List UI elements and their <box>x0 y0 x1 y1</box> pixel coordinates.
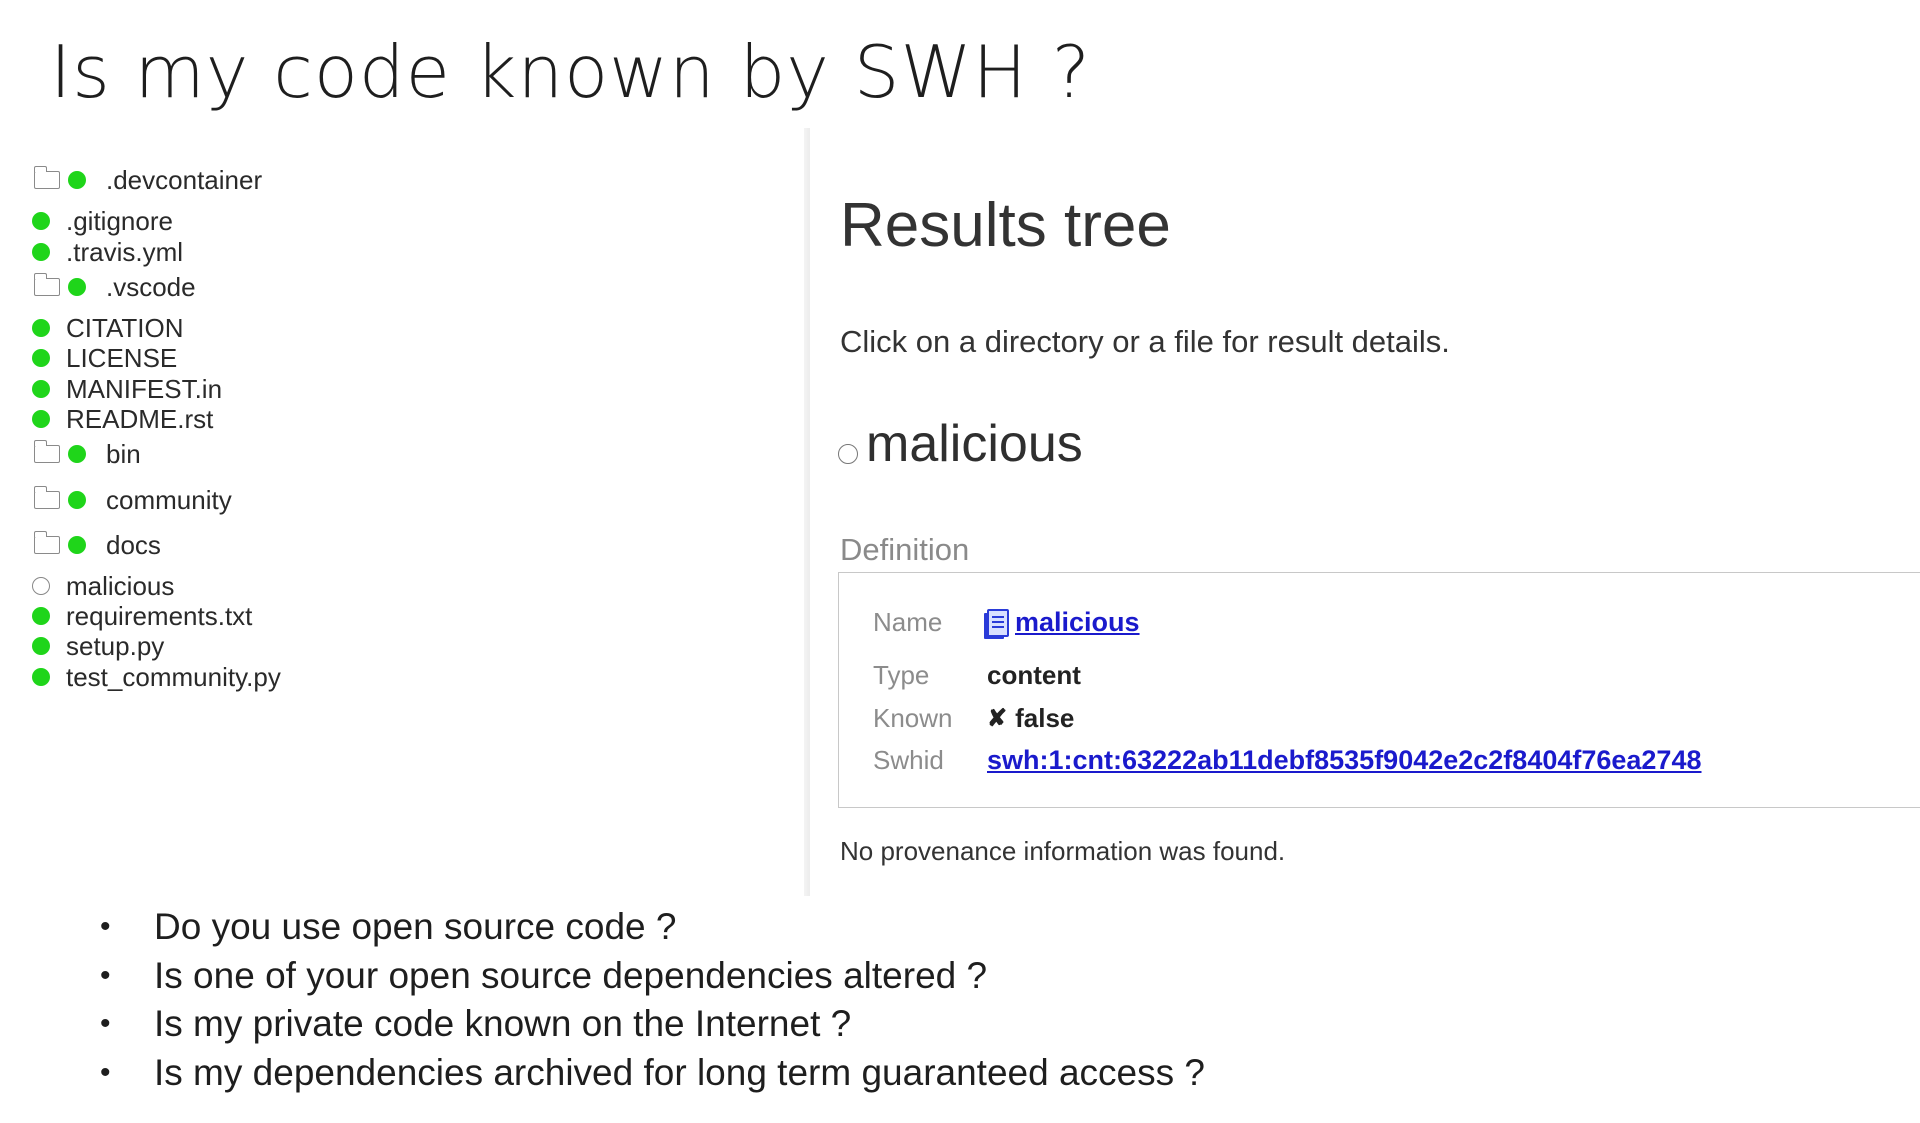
tree-item[interactable]: .travis.yml <box>32 237 183 267</box>
provenance-message: No provenance information was found. <box>840 836 1286 866</box>
tree-item-label: LICENSE <box>66 342 178 373</box>
definition-name-link[interactable]: malicious <box>1015 607 1140 638</box>
tree-item[interactable]: LICENSE <box>32 343 177 373</box>
tree-item[interactable]: .vscode <box>33 271 196 302</box>
selected-node-name: malicious <box>866 415 1083 473</box>
cross-icon: ✘ <box>987 705 1008 732</box>
definition-row-swhid: Swhid swh:1:cnt:63222ab11debf8535f9042e2… <box>873 745 1702 776</box>
tree-item-label: bin <box>106 438 141 469</box>
unknown-status-icon <box>32 577 50 595</box>
tree-item-label: requirements.txt <box>66 600 253 631</box>
tree-item[interactable]: .gitignore <box>32 206 173 236</box>
known-status-icon <box>32 637 50 655</box>
bullet-item: Do you use open source code ? <box>100 903 1205 952</box>
definition-key: Swhid <box>873 745 944 775</box>
panel-divider <box>804 128 810 896</box>
tree-item[interactable]: test_community.py <box>32 662 281 692</box>
tree-item-label: setup.py <box>66 630 165 661</box>
definition-type-value: content <box>987 660 1081 690</box>
tree-item-label: README.rst <box>66 403 214 434</box>
bullet-item: Is one of your open source dependencies … <box>100 952 1205 1001</box>
tree-item-label: MANIFEST.in <box>66 373 223 404</box>
swhid-link[interactable]: swh:1:cnt:63222ab11debf8535f9042e2c2f840… <box>987 745 1702 776</box>
known-status-icon <box>32 243 50 261</box>
tree-item[interactable]: README.rst <box>32 404 213 434</box>
selected-node[interactable]: malicious <box>838 414 1083 474</box>
tree-item[interactable]: MANIFEST.in <box>32 374 222 404</box>
tree-item-label: .travis.yml <box>66 236 183 267</box>
definition-key: Known <box>873 703 953 733</box>
tree-item-label: malicious <box>66 570 175 601</box>
known-status-icon <box>68 491 86 509</box>
tree-item[interactable]: .devcontainer <box>33 164 263 195</box>
known-status-icon <box>32 410 50 428</box>
definition-key: Name <box>873 607 943 637</box>
results-title: Results tree <box>840 191 1171 260</box>
unknown-status-icon <box>838 444 858 464</box>
known-status-icon <box>68 445 86 463</box>
known-status-icon <box>32 349 50 367</box>
document-icon <box>987 608 1009 637</box>
folder-icon <box>33 166 60 189</box>
tree-item-label: CITATION <box>66 312 184 343</box>
tree-item[interactable]: malicious <box>32 571 174 601</box>
bullet-item: Is my dependencies archived for long ter… <box>100 1049 1205 1098</box>
tree-item-label: .vscode <box>106 271 196 302</box>
definition-key: Type <box>873 660 930 690</box>
known-status-icon <box>32 668 50 686</box>
tree-item[interactable]: docs <box>33 529 161 560</box>
folder-icon <box>33 440 60 463</box>
tree-item[interactable]: bin <box>33 438 141 469</box>
known-status-icon <box>32 607 50 625</box>
tree-item[interactable]: community <box>33 484 232 515</box>
known-status-icon <box>68 536 86 554</box>
bullet-list: Do you use open source code ? Is one of … <box>100 903 1205 1097</box>
tree-item-label: .devcontainer <box>106 164 263 195</box>
tree-item[interactable]: setup.py <box>32 631 164 661</box>
results-hint: Click on a directory or a file for resul… <box>840 324 1450 359</box>
known-status-icon <box>32 319 50 337</box>
tree-item[interactable]: CITATION <box>32 313 183 343</box>
definition-row-type: Type content <box>873 660 1081 691</box>
definition-box: Name malicious Type content Known ✘ fals… <box>838 572 1920 808</box>
tree-item-label: test_community.py <box>66 661 281 692</box>
tree-item-label: .gitignore <box>66 205 173 236</box>
folder-icon <box>33 531 60 554</box>
folder-icon <box>33 273 60 296</box>
tree-item-label: docs <box>106 529 161 560</box>
known-status-icon <box>32 380 50 398</box>
tree-item[interactable]: requirements.txt <box>32 601 252 631</box>
known-status-icon <box>68 278 86 296</box>
file-tree: .devcontainer .gitignore .travis.yml .vs… <box>0 0 800 720</box>
known-status-icon <box>68 171 86 189</box>
bullet-item: Is my private code known on the Internet… <box>100 1000 1205 1049</box>
folder-icon <box>33 486 60 509</box>
definition-row-name: Name malicious <box>873 607 1140 638</box>
known-status-icon <box>32 212 50 230</box>
definition-row-known: Known ✘ false <box>873 703 1074 734</box>
definition-known-value: false <box>1015 703 1075 733</box>
definition-legend: Definition <box>840 532 970 567</box>
tree-item-label: community <box>106 484 232 515</box>
